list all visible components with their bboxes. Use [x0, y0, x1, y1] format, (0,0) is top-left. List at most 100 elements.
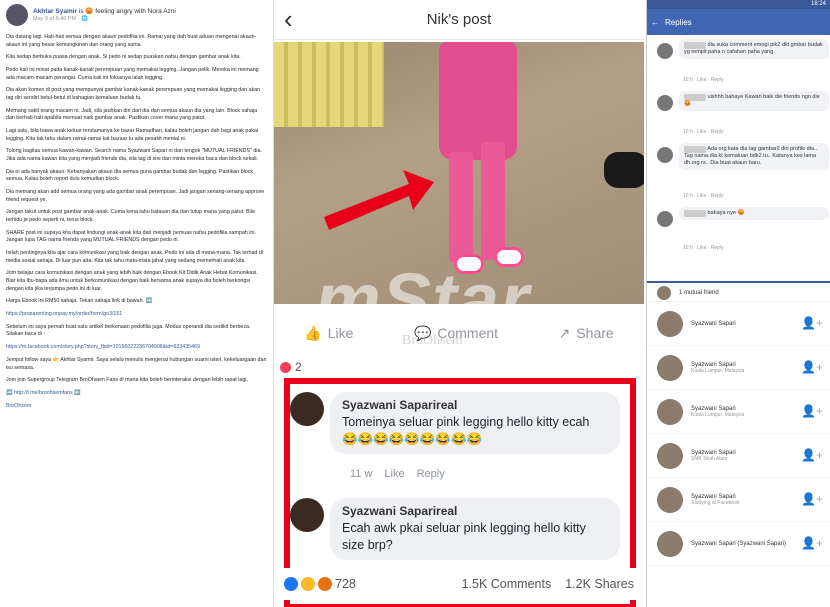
- list-item[interactable]: Syazwani Sapari 👤+: [647, 302, 830, 346]
- comment-bubble: Syazwani Saparireal Tomeinya seluar pink…: [330, 392, 620, 454]
- post-paragraph: ➡️ http://t.me/broohsemfans ⬅️: [6, 390, 267, 398]
- profile-avatar: [657, 398, 683, 425]
- angry-reaction-icon: [318, 577, 332, 591]
- reaction-small-count: 2: [295, 360, 302, 374]
- like-reaction-icon: [284, 577, 298, 591]
- reactions-count: 728: [335, 577, 356, 591]
- list-item[interactable]: Syazwani Sapari Studying at Facebook 👤+: [647, 478, 830, 522]
- reply-meta: 10 h · Like · Reply: [683, 193, 724, 199]
- right-panel: 18:24 ← Replies xxxxxxxx dia suka commen…: [646, 0, 830, 607]
- add-friend-icon[interactable]: 👤+: [801, 536, 823, 550]
- post-body: Dia datang lagi. Hati-hati semua dengan …: [6, 34, 267, 410]
- list-item[interactable]: Syazwani Sapari (Syazwani Sapari) 👤+: [647, 522, 830, 566]
- child-figure-image-part: [439, 42, 517, 160]
- add-friend-icon[interactable]: 👤+: [801, 316, 823, 330]
- comment-reply-link[interactable]: Reply: [417, 468, 445, 480]
- reply-meta: 10 h · Like · Reply: [683, 245, 724, 251]
- post-paragraph: Harga Ebook ini RM50 sahaja. Tekan sahaj…: [6, 298, 153, 305]
- blurred-name: xxxxxxxx: [684, 42, 706, 50]
- reply-item: xxxxxxxx dia suka comment emogi pik2 dkt…: [653, 39, 829, 87]
- haha-reaction-icon: [301, 577, 315, 591]
- child-leg-image-part: [449, 152, 473, 262]
- commenter-name[interactable]: Syazwani Saparireal: [342, 398, 608, 412]
- list-item[interactable]: Syazwani Sapari Kuala Lumpur, Malaysia 👤+: [647, 346, 830, 390]
- feeling-text: is 😡 feeling angry with Nora Azni: [78, 8, 176, 16]
- add-friend-icon[interactable]: 👤+: [801, 492, 823, 506]
- middle-post-panel: ‹ Nik's post 👍 Like 💬 Comment ↗ Share 2 …: [274, 0, 644, 607]
- reply-avatar[interactable]: [657, 95, 673, 111]
- post-title-bar: ‹ Nik's post: [274, 0, 644, 40]
- profile-avatar: [657, 486, 683, 513]
- post-paragraph: Jom join Supergroup Telegram BroOhsem Fa…: [6, 377, 248, 384]
- replies-title: Replies: [665, 17, 692, 27]
- post-paragraph: Lagi satu, bila bawa anak keluar terutam…: [6, 128, 259, 142]
- reply-bubble: xxxxxxxx bahaya nye 😡: [679, 207, 829, 221]
- profile-sub: SMK Shah Alam: [691, 455, 728, 462]
- post-paragraph: SHARE post ini supaya kita dapat lindung…: [6, 229, 256, 244]
- profile-avatar: [657, 530, 683, 557]
- reaction-counts[interactable]: 728: [284, 577, 356, 591]
- watermark-text: BroOhsem: [402, 333, 463, 348]
- child-shoe-image-part: [454, 254, 484, 274]
- post-paragraph: Memang sakit orang macam ni. Jadi, sila …: [6, 107, 258, 122]
- profile-avatar: [657, 354, 683, 381]
- post-paragraph: Inilah pentingnya kita ajar cara komunik…: [6, 250, 263, 264]
- blurred-name: xxxxxxxx: [684, 146, 706, 154]
- author-name[interactable]: Akhtar Syamir: [33, 8, 77, 15]
- reply-bubble: xxxxxxxx uishhh bahaye Kawan baik die fr…: [679, 91, 829, 112]
- like-button[interactable]: 👍 Like: [304, 325, 353, 342]
- comment-text: Ecah awk pkai seluar pink legging hello …: [342, 521, 586, 552]
- reply-item: xxxxxxxx bahaya nye 😡 10 h · Like · Repl…: [653, 207, 829, 255]
- profile-sub: Studying at Facebook: [691, 499, 740, 506]
- comment-like-link[interactable]: Like: [384, 468, 404, 480]
- commenter-avatar[interactable]: [290, 498, 324, 532]
- reaction-summary[interactable]: 2: [280, 360, 302, 374]
- comment-time: 11 w: [350, 468, 373, 480]
- child-shoe-image-part: [494, 247, 524, 267]
- list-item[interactable]: Syazwani Sapari Kuala Lumpur, Malaysia 👤+: [647, 390, 830, 434]
- post-paragraph: Tolong bagitau semua kawan-kawan. Search…: [6, 148, 262, 163]
- panel-divider: [647, 281, 830, 283]
- profile-avatar: [657, 285, 671, 300]
- add-friend-icon[interactable]: 👤+: [801, 404, 823, 418]
- post-time[interactable]: May 9 at 6:46 PM · 🌐: [33, 16, 176, 22]
- reply-text: bahaya nye 😡: [707, 210, 745, 216]
- reply-avatar[interactable]: [657, 147, 673, 163]
- commenter-name[interactable]: Syazwani Saparireal: [342, 504, 608, 518]
- back-chevron-icon[interactable]: ‹: [284, 6, 293, 32]
- list-item[interactable]: 1 mutual friend: [647, 284, 830, 302]
- author-avatar[interactable]: [6, 4, 28, 26]
- add-friend-icon[interactable]: 👤+: [801, 360, 823, 374]
- article-link[interactable]: https://m.facebook.com/story.php?story_f…: [6, 344, 200, 350]
- comment-meta: 11 w Like Reply: [350, 468, 445, 480]
- shares-count[interactable]: 1.2K Shares: [565, 577, 634, 591]
- reply-avatar[interactable]: [657, 43, 673, 59]
- back-arrow-icon[interactable]: ←: [651, 18, 659, 27]
- profile-avatar: [657, 442, 683, 469]
- reply-item: xxxxxxxx uishhh bahaye Kawan baik die fr…: [653, 91, 829, 139]
- profile-name: Syazwani Sapari: [691, 449, 736, 456]
- replies-header: ← Replies: [647, 9, 830, 35]
- share-label: Share: [576, 325, 614, 341]
- blurred-name: xxxxxxxx: [684, 210, 706, 218]
- profile-name: Syazwani Sapari: [691, 320, 736, 327]
- signature-hashtag: BroOhsem: [6, 402, 32, 409]
- left-post-panel: Akhtar Syamir is 😡 feeling angry with No…: [0, 0, 274, 607]
- telegram-link[interactable]: ➡️ http://t.me/broohsemfans ⬅️: [6, 390, 81, 396]
- add-friend-icon[interactable]: 👤+: [801, 448, 823, 462]
- post-photo[interactable]: [274, 42, 644, 304]
- post-header: Akhtar Syamir is 😡 feeling angry with No…: [6, 4, 267, 26]
- commenter-avatar[interactable]: [290, 392, 324, 426]
- ebook-link[interactable]: https://proparenting.onpay.my/order/form…: [6, 311, 122, 317]
- profile-name: Syazwani Sapari: [691, 493, 736, 500]
- comment-bubble: Syazwani Saparireal Ecah awk pkai seluar…: [330, 498, 620, 560]
- post-paragraph: Dia ni ada banyak akaun. Kebanyakan akau…: [6, 168, 254, 183]
- post-paragraph: Jom belajar cara komunikasi dengan anak …: [6, 270, 258, 292]
- reply-avatar[interactable]: [657, 211, 673, 227]
- search-results-list: 1 mutual friend Syazwani Sapari 👤+ Syazw…: [647, 284, 830, 566]
- share-button[interactable]: ↗ Share: [559, 325, 614, 342]
- list-item[interactable]: Syazwani Sapari SMK Shah Alam 👤+: [647, 434, 830, 478]
- reply-bubble: xxxxxxxx Ada org kata dia tag gambar2 di…: [679, 143, 829, 171]
- comment-text: Tomeinya seluar pink legging hello kitty…: [342, 415, 590, 446]
- comments-count[interactable]: 1.5K Comments: [462, 577, 552, 591]
